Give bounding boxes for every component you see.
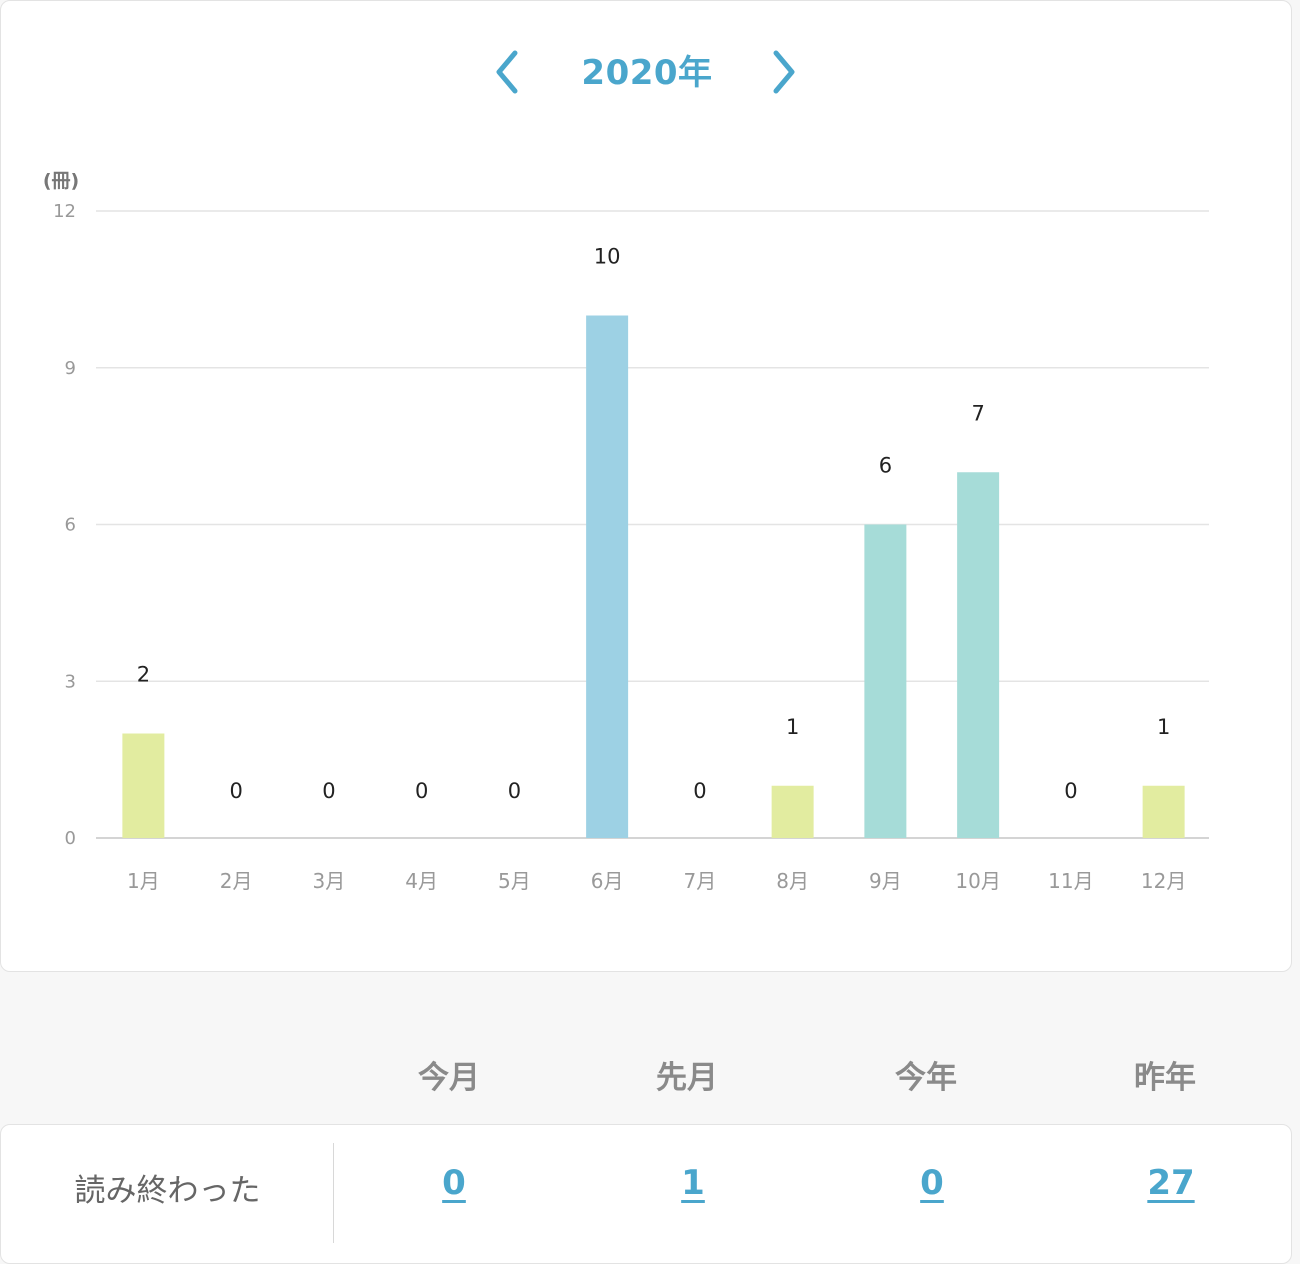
data-label: 0 [693,779,706,803]
this-month-count-link[interactable]: 0 [374,1163,534,1203]
bar [864,524,907,838]
row-divider [333,1143,334,1243]
finished-reading-row: 読み終わった 0 1 0 27 [0,1124,1292,1264]
bar [1142,785,1185,838]
column-header-this-month: 今月 [418,1060,480,1096]
y-axis-unit-label: (冊) [43,170,79,192]
monthly-books-bar-chart: (冊) 03691221月02月03月04月05月106月07月18月69月71… [43,170,1209,893]
x-tick-label: 2月 [220,869,253,893]
data-label: 1 [786,715,799,739]
data-label: 0 [229,779,242,803]
data-label: 6 [879,454,892,478]
x-tick-label: 10月 [955,869,1000,893]
data-label: 0 [415,779,428,803]
gridlines [96,210,1209,839]
reading-stats-card: 2020年 (冊) 0 3 6 9 12 2 1月 0 2月 0 3月 0 4月 0 5月 10 6月 0 7月 1 8… [0,0,1292,972]
x-tick-label: 11月 [1048,869,1093,893]
x-tick-label: 3月 [313,869,346,893]
y-tick-label: 9 [65,358,76,379]
last-year-count-link[interactable]: 27 [1091,1163,1251,1203]
x-tick-label: 12月 [1141,869,1186,893]
row-label: 読み終わった [74,1173,261,1209]
x-tick-label: 7月 [684,869,717,893]
bar [122,733,165,838]
y-tick-label: 12 [53,201,76,222]
bars [122,315,1185,838]
x-tick-label: 4月 [405,869,438,893]
y-tick-label: 0 [65,828,76,849]
bar [586,315,629,838]
x-tick-label: 8月 [776,869,809,893]
summary-header: 今月 先月 今年 昨年 [0,1052,1300,1102]
y-tick-label: 3 [65,671,76,692]
this-year-count-link[interactable]: 0 [852,1163,1012,1203]
column-header-this-year: 今年 [895,1060,957,1096]
bar [957,472,1000,838]
x-tick-label: 1月 [127,869,160,893]
x-tick-label: 9月 [869,869,902,893]
data-label: 0 [322,779,335,803]
data-label: 0 [1064,779,1077,803]
column-header-last-year: 昨年 [1134,1060,1196,1096]
column-header-last-month: 先月 [656,1060,718,1096]
data-label: 0 [508,779,521,803]
x-tick-label: 6月 [591,869,624,893]
data-label: 7 [971,401,984,425]
y-tick-label: 6 [65,515,76,536]
x-tick-label: 5月 [498,869,531,893]
last-month-count-link[interactable]: 1 [613,1163,773,1203]
bar [771,785,814,838]
data-label: 2 [137,663,150,687]
data-label: 1 [1157,715,1170,739]
data-label: 10 [594,245,621,269]
